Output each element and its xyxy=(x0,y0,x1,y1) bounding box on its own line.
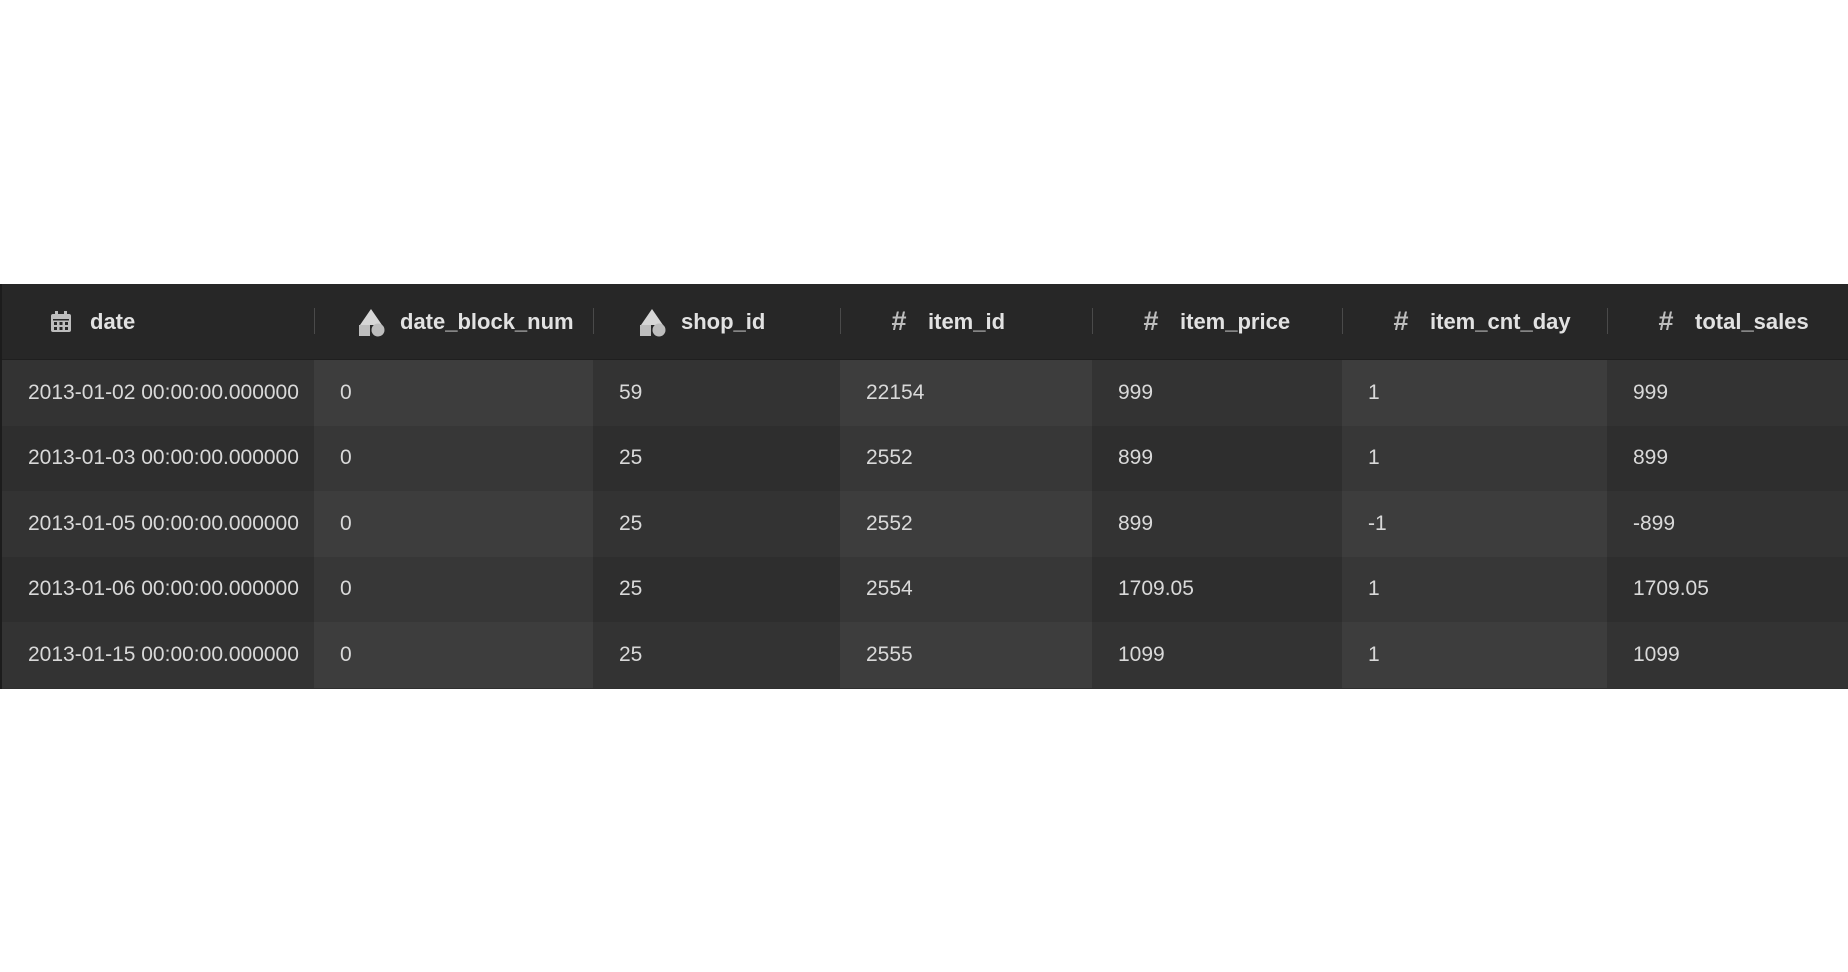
hash-icon: # xyxy=(1393,306,1409,336)
table-cell[interactable]: 2013-01-03 00:00:00.000000 xyxy=(2,425,314,491)
table-cell[interactable]: 25 xyxy=(593,425,840,491)
column-header-item-cnt-day[interactable]: # item_cnt_day xyxy=(1342,284,1607,359)
table-cell[interactable]: 2552 xyxy=(840,491,1092,557)
column-header-date-block-num[interactable]: date_block_num xyxy=(314,284,593,359)
table-cell[interactable]: 1 xyxy=(1342,622,1607,688)
table-cell[interactable]: 25 xyxy=(593,556,840,622)
table-cell[interactable]: 899 xyxy=(1607,425,1848,491)
table-cell[interactable]: 1099 xyxy=(1092,622,1342,688)
table-cell[interactable]: 0 xyxy=(314,556,593,622)
table-row[interactable]: 2013-01-05 00:00:00.000000 0 25 2552 899… xyxy=(2,491,1848,557)
column-separator[interactable] xyxy=(314,308,315,334)
table-cell[interactable]: 1 xyxy=(1342,360,1607,426)
column-label: item_id xyxy=(928,308,1006,334)
column-separator[interactable] xyxy=(1092,308,1093,334)
table-header: date date_block_num shop_id # item_id # … xyxy=(2,284,1848,360)
table-cell[interactable]: 999 xyxy=(1607,360,1848,426)
table-cell[interactable]: -1 xyxy=(1342,491,1607,557)
table-cell[interactable]: 1 xyxy=(1342,425,1607,491)
table-cell[interactable]: 2013-01-02 00:00:00.000000 xyxy=(2,360,314,426)
column-label: item_price xyxy=(1180,308,1291,334)
column-header-shop-id[interactable]: shop_id xyxy=(593,284,840,359)
table-cell[interactable]: 2554 xyxy=(840,556,1092,622)
table-cell[interactable]: 899 xyxy=(1092,425,1342,491)
table-cell[interactable]: 25 xyxy=(593,622,840,688)
table-row[interactable]: 2013-01-03 00:00:00.000000 0 25 2552 899… xyxy=(2,425,1848,491)
shapes-icon xyxy=(637,307,667,337)
column-header-item-id[interactable]: # item_id xyxy=(840,284,1092,359)
hash-icon: # xyxy=(1143,306,1159,336)
table-row[interactable]: 2013-01-02 00:00:00.000000 0 59 22154 99… xyxy=(2,360,1848,426)
table-cell[interactable]: 0 xyxy=(314,360,593,426)
table-cell[interactable]: 25 xyxy=(593,491,840,557)
table-cell[interactable]: 22154 xyxy=(840,360,1092,426)
column-separator[interactable] xyxy=(593,308,594,334)
table-cell[interactable]: 2013-01-15 00:00:00.000000 xyxy=(2,622,314,688)
table-cell[interactable]: 0 xyxy=(314,491,593,557)
shapes-icon xyxy=(356,307,386,337)
table-row[interactable]: 2013-01-06 00:00:00.000000 0 25 2554 170… xyxy=(2,556,1848,622)
hash-icon: # xyxy=(891,306,907,336)
column-label: item_cnt_day xyxy=(1430,308,1571,334)
table-cell[interactable]: 59 xyxy=(593,360,840,426)
table-cell[interactable]: 899 xyxy=(1092,491,1342,557)
data-table: date date_block_num shop_id # item_id # … xyxy=(0,284,1848,689)
table-row[interactable]: 2013-01-15 00:00:00.000000 0 25 2555 109… xyxy=(2,622,1848,688)
table-cell[interactable]: 2555 xyxy=(840,622,1092,688)
column-separator[interactable] xyxy=(1607,308,1608,334)
table-cell[interactable]: 999 xyxy=(1092,360,1342,426)
table-cell[interactable]: 1709.05 xyxy=(1092,556,1342,622)
column-label: date_block_num xyxy=(400,308,574,334)
table-cell[interactable]: 2552 xyxy=(840,425,1092,491)
column-label: total_sales xyxy=(1695,308,1809,334)
table-cell[interactable]: 1 xyxy=(1342,556,1607,622)
table-cell[interactable]: 1099 xyxy=(1607,622,1848,688)
table-cell[interactable]: 2013-01-05 00:00:00.000000 xyxy=(2,491,314,557)
column-label: date xyxy=(90,308,136,334)
table-cell[interactable]: 1709.05 xyxy=(1607,556,1848,622)
column-header-item-price[interactable]: # item_price xyxy=(1092,284,1342,359)
table-cell[interactable]: 2013-01-06 00:00:00.000000 xyxy=(2,556,314,622)
column-label: shop_id xyxy=(681,308,766,334)
table-cell[interactable]: -899 xyxy=(1607,491,1848,557)
hash-icon: # xyxy=(1658,306,1674,336)
column-separator[interactable] xyxy=(1342,308,1343,334)
column-header-date[interactable]: date xyxy=(2,284,314,359)
table-cell[interactable]: 0 xyxy=(314,425,593,491)
table-cell[interactable]: 0 xyxy=(314,622,593,688)
calendar-icon xyxy=(46,307,76,337)
column-separator[interactable] xyxy=(840,308,841,334)
column-header-total-sales[interactable]: # total_sales xyxy=(1607,284,1848,359)
